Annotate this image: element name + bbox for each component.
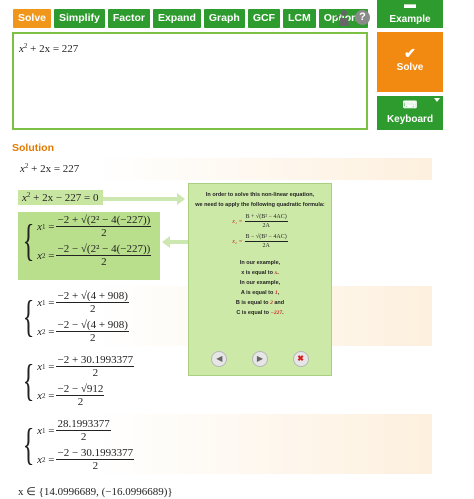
popup-nav: ◀ ▶ ✖: [189, 351, 331, 367]
tab-gcf[interactable]: GCF: [247, 9, 280, 28]
close-icon[interactable]: ✖: [292, 351, 309, 367]
next-icon[interactable]: ▶: [251, 351, 268, 367]
checkmark-icon: ✔: [404, 45, 416, 61]
editor-expression: x2 + 2x = 227: [19, 42, 79, 55]
solution-heading: Solution: [12, 142, 54, 154]
chevron-down-icon: [434, 98, 440, 102]
solution-step-2: x2 + 2x − 227 = 0: [18, 190, 103, 205]
example-button[interactable]: ▬ Example: [377, 0, 443, 28]
formula-x1: x₁ = B + √(B² − 4AC) 2A: [232, 214, 288, 229]
tab-lcm[interactable]: LCM: [282, 9, 316, 28]
solution-step-3: { x1 = −2 + √(2² − 4(−227)) 2 x2 = −2 − √(2…: [22, 214, 152, 268]
folder-icon: ▬: [404, 0, 416, 11]
arrow-right-icon: [103, 193, 185, 205]
tab-simplify[interactable]: Simplify: [54, 9, 105, 28]
equation-editor[interactable]: x2 + 2x = 227: [12, 32, 368, 130]
tab-expand[interactable]: Expand: [152, 9, 201, 28]
tab-solve[interactable]: Solve: [13, 9, 52, 28]
solve-button[interactable]: ✔ Solve: [377, 32, 443, 92]
arrow-left-icon: [162, 236, 188, 248]
formula-x2: x₂ = B − √(B² − 4AC) 2A: [232, 234, 288, 249]
tab-graph[interactable]: Graph: [203, 9, 245, 28]
tab-factor[interactable]: Factor: [107, 9, 150, 28]
solution-step-5: { x1 = −2 + 30.1993377 2 x2 = −2 − √912 2: [22, 354, 135, 408]
solution-step-4: { x1 = −2 + √(4 + 908) 2 x2 = −2 − √(4 + 90…: [22, 290, 129, 344]
explanation-popup: In order to solve this non-linear equati…: [188, 183, 332, 376]
solution-step-6: { x1 = 28.1993377 2 x2 = −2 − 30.1993377 2: [22, 418, 135, 472]
previous-icon[interactable]: ◀: [211, 351, 228, 367]
keyboard-button[interactable]: ⌨ Keyboard: [377, 96, 443, 130]
help-icon[interactable]: ?: [355, 10, 370, 25]
toolbar-tabs: Solve Simplify Factor Expand Graph GCF L…: [13, 9, 369, 28]
solution-step-1: x2 + 2x = 227: [20, 162, 80, 175]
teacher-icon[interactable]: [334, 9, 352, 27]
final-answer: x ∈ {14.0996689, (−16.0996689)}: [18, 486, 173, 498]
